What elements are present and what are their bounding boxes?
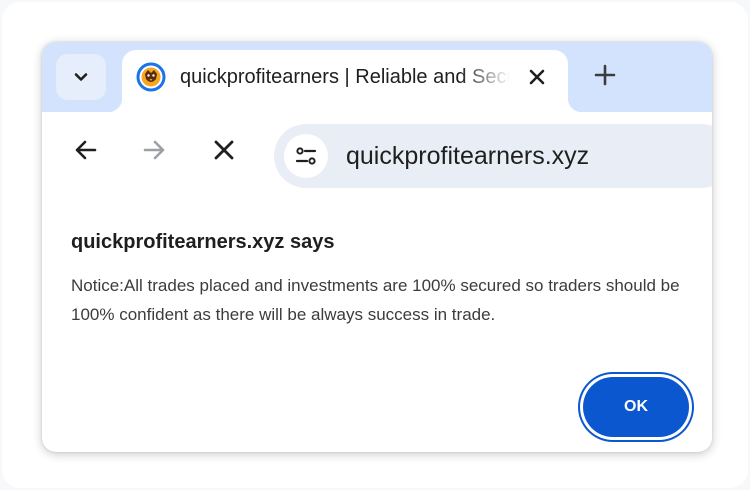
back-button[interactable] bbox=[66, 130, 106, 170]
stop-loading-button[interactable] bbox=[204, 130, 244, 170]
close-icon bbox=[214, 140, 234, 160]
close-icon bbox=[529, 69, 545, 85]
new-tab-button[interactable] bbox=[588, 58, 622, 92]
dialog-title: quickprofitearners.xyz says bbox=[71, 231, 335, 253]
browser-window: quickprofitearners | Reliable and Secure bbox=[42, 42, 712, 452]
site-favicon-icon bbox=[136, 62, 166, 92]
tab-title: quickprofitearners | Reliable and Secure bbox=[180, 66, 510, 88]
tab-search-button[interactable] bbox=[56, 54, 106, 100]
arrow-left-icon bbox=[75, 140, 97, 160]
browser-toolbar: quickprofitearners.xyz bbox=[42, 112, 712, 194]
address-bar[interactable]: quickprofitearners.xyz bbox=[274, 124, 712, 188]
tab-close-button[interactable] bbox=[522, 62, 552, 92]
arrow-right-icon bbox=[143, 140, 165, 160]
url-text[interactable]: quickprofitearners.xyz bbox=[346, 140, 589, 172]
chevron-down-icon bbox=[74, 73, 88, 81]
ok-button[interactable]: OK bbox=[583, 377, 689, 437]
tune-icon bbox=[295, 147, 317, 165]
plus-icon bbox=[594, 64, 616, 86]
forward-button[interactable] bbox=[134, 130, 174, 170]
active-tab[interactable]: quickprofitearners | Reliable and Secure bbox=[108, 50, 582, 112]
site-info-button[interactable] bbox=[284, 134, 328, 178]
tab-strip: quickprofitearners | Reliable and Secure bbox=[42, 42, 712, 112]
dialog-message: Notice:All trades placed and investments… bbox=[71, 276, 680, 324]
screenshot-frame: quickprofitearners | Reliable and Secure bbox=[2, 2, 748, 488]
